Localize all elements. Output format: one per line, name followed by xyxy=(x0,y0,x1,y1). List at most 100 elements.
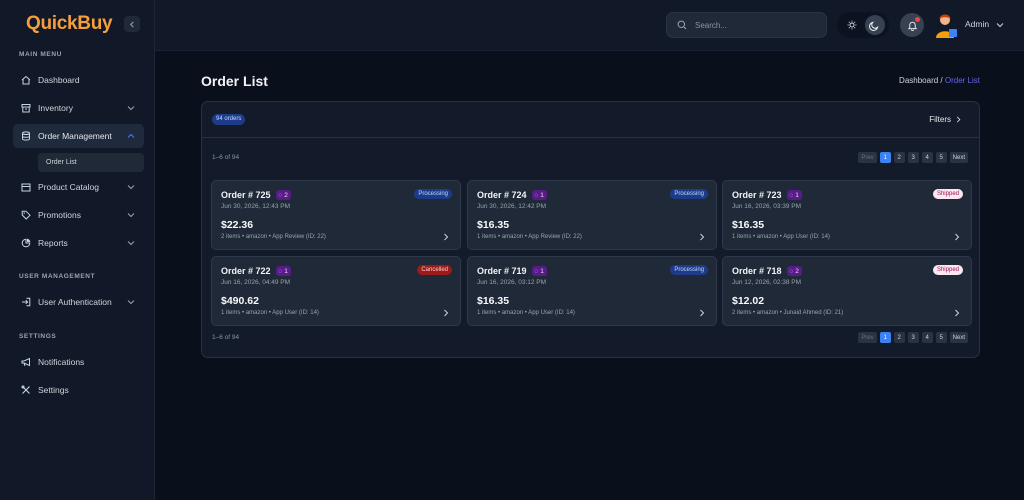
sidebar-item-dashboard[interactable]: Dashboard xyxy=(13,68,144,92)
notifications-button[interactable] xyxy=(900,13,924,37)
tools-icon xyxy=(21,385,31,395)
chevron-right-icon[interactable] xyxy=(442,309,450,317)
page-5-button[interactable]: 5 xyxy=(935,152,947,163)
page-3-button[interactable]: 3 xyxy=(907,332,919,343)
chevron-right-icon[interactable] xyxy=(698,233,706,241)
order-date: Jun 12, 2026, 02:38 PM xyxy=(732,279,802,286)
sidebar-collapse-button[interactable] xyxy=(124,16,140,32)
breadcrumb: Dashboard / Order List xyxy=(899,76,980,85)
message-count: 1 xyxy=(540,267,544,275)
database-icon xyxy=(21,131,31,141)
sidebar-item-notifications[interactable]: Notifications xyxy=(13,350,144,374)
page-2-button[interactable]: 2 xyxy=(893,332,905,343)
prev-button[interactable]: Prev xyxy=(858,332,877,343)
sidebar-item-reports[interactable]: Reports xyxy=(13,231,144,255)
page-1-button[interactable]: 1 xyxy=(879,332,891,343)
section-main-menu: MAIN MENU xyxy=(19,51,62,58)
order-card[interactable]: Order # 718 ◌ 2 Jun 12, 2026, 02:38 PM $1… xyxy=(722,256,972,326)
page-2-button[interactable]: 2 xyxy=(893,152,905,163)
sidebar-item-label: Reports xyxy=(38,238,68,248)
light-mode-button[interactable] xyxy=(842,15,862,35)
page-4-button[interactable]: 4 xyxy=(921,332,933,343)
order-title-row: Order # 725 ◌ 2 xyxy=(221,190,291,200)
sun-icon xyxy=(847,20,856,30)
sidebar-item-product-catalog[interactable]: Product Catalog xyxy=(13,175,144,199)
dark-mode-button[interactable] xyxy=(864,15,885,35)
order-card[interactable]: Order # 725 ◌ 2 Jun 30, 2026, 12:43 PM $2… xyxy=(211,180,461,250)
next-button[interactable]: Next xyxy=(949,152,968,163)
order-title: Order # 718 xyxy=(732,266,782,276)
message-count-badge: ◌ 1 xyxy=(531,266,547,276)
chevron-down-icon[interactable] xyxy=(996,21,1004,29)
order-amount: $16.35 xyxy=(477,295,510,307)
order-date: Jun 30, 2026, 12:43 PM xyxy=(221,203,291,210)
sidebar-item-user-authentication[interactable]: User Authentication xyxy=(13,290,144,314)
chevron-right-icon[interactable] xyxy=(442,233,450,241)
order-card[interactable]: Order # 723 ◌ 1 Jun 16, 2026, 03:39 PM $1… xyxy=(722,180,972,250)
status-badge: Processing xyxy=(414,189,452,199)
order-date: Jun 16, 2026, 03:39 PM xyxy=(732,203,802,210)
sidebar-item-settings[interactable]: Settings xyxy=(13,378,144,402)
order-date: Jun 16, 2026, 03:12 PM xyxy=(477,279,547,286)
order-card[interactable]: Order # 719 ◌ 1 Jun 16, 2026, 03:12 PM $1… xyxy=(467,256,717,326)
section-settings: SETTINGS xyxy=(19,333,57,340)
chevron-right-icon[interactable] xyxy=(953,233,961,241)
order-amount: $22.36 xyxy=(221,219,254,231)
sidebar-item-label: Notifications xyxy=(38,357,85,367)
sidebar-item-label: Settings xyxy=(38,385,69,395)
order-title: Order # 723 xyxy=(732,190,782,200)
order-amount: $490.62 xyxy=(221,295,259,307)
box-icon xyxy=(21,103,31,113)
next-button[interactable]: Next xyxy=(949,332,968,343)
breadcrumb-root[interactable]: Dashboard / xyxy=(899,76,943,85)
sidebar-subitem-order-list[interactable]: Order List xyxy=(38,153,144,172)
search-input[interactable]: Search... xyxy=(666,12,827,38)
order-meta: 1 items • amazon • App Review (ID: 22) xyxy=(477,234,582,240)
message-count-badge: ◌ 2 xyxy=(275,190,291,200)
order-amount: $16.35 xyxy=(477,219,510,231)
catalog-icon xyxy=(21,182,31,192)
login-icon xyxy=(21,297,31,307)
sidebar-item-promotions[interactable]: Promotions xyxy=(13,203,144,227)
range-text-bottom: 1–6 of 94 xyxy=(212,334,240,341)
status-badge: Processing xyxy=(670,265,708,275)
message-count-badge: ◌ 1 xyxy=(531,190,547,200)
breadcrumb-current: Order List xyxy=(944,76,980,85)
section-user-management: USER MANAGEMENT xyxy=(19,273,96,280)
sidebar-item-order-management[interactable]: Order Management xyxy=(13,124,144,148)
order-title: Order # 719 xyxy=(477,266,527,276)
filters-button[interactable]: Filters xyxy=(929,115,962,124)
message-count: 1 xyxy=(284,267,288,275)
order-meta: 1 items • amazon • App User (ID: 14) xyxy=(732,234,830,240)
topbar: Search... Admin xyxy=(155,0,1024,51)
sidebar-item-inventory[interactable]: Inventory xyxy=(13,96,144,120)
user-avatar-icon xyxy=(936,14,957,38)
page-title: Order List xyxy=(201,73,268,89)
chevron-right-icon[interactable] xyxy=(953,309,961,317)
sidebar-item-label: User Authentication xyxy=(38,297,112,307)
app-logo[interactable]: QuickBuy xyxy=(26,13,113,35)
sidebar-item-label: Inventory xyxy=(38,103,73,113)
sidebar-item-label: Order Management xyxy=(38,131,112,141)
order-meta: 1 items • amazon • App User (ID: 14) xyxy=(221,310,319,316)
order-card[interactable]: Order # 722 ◌ 1 Jun 16, 2026, 04:49 PM $4… xyxy=(211,256,461,326)
status-badge: Shipped xyxy=(932,265,963,275)
message-count: 2 xyxy=(795,267,799,275)
chevron-down-icon xyxy=(127,106,135,111)
avatar[interactable] xyxy=(934,12,958,38)
order-title-row: Order # 718 ◌ 2 xyxy=(732,266,802,276)
page-4-button[interactable]: 4 xyxy=(921,152,933,163)
filters-label: Filters xyxy=(929,115,951,124)
page-5-button[interactable]: 5 xyxy=(935,332,947,343)
chevron-right-icon[interactable] xyxy=(698,309,706,317)
page-1-button[interactable]: 1 xyxy=(879,152,891,163)
user-name[interactable]: Admin xyxy=(965,19,989,29)
prev-button[interactable]: Prev xyxy=(858,152,877,163)
page-3-button[interactable]: 3 xyxy=(907,152,919,163)
order-card[interactable]: Order # 724 ◌ 1 Jun 30, 2026, 12:42 PM $1… xyxy=(467,180,717,250)
moon-icon xyxy=(869,21,879,31)
theme-toggle[interactable] xyxy=(837,12,889,38)
piechart-icon xyxy=(21,238,31,248)
order-date: Jun 16, 2026, 04:49 PM xyxy=(221,279,291,286)
sidebar-item-label: Promotions xyxy=(38,210,81,220)
